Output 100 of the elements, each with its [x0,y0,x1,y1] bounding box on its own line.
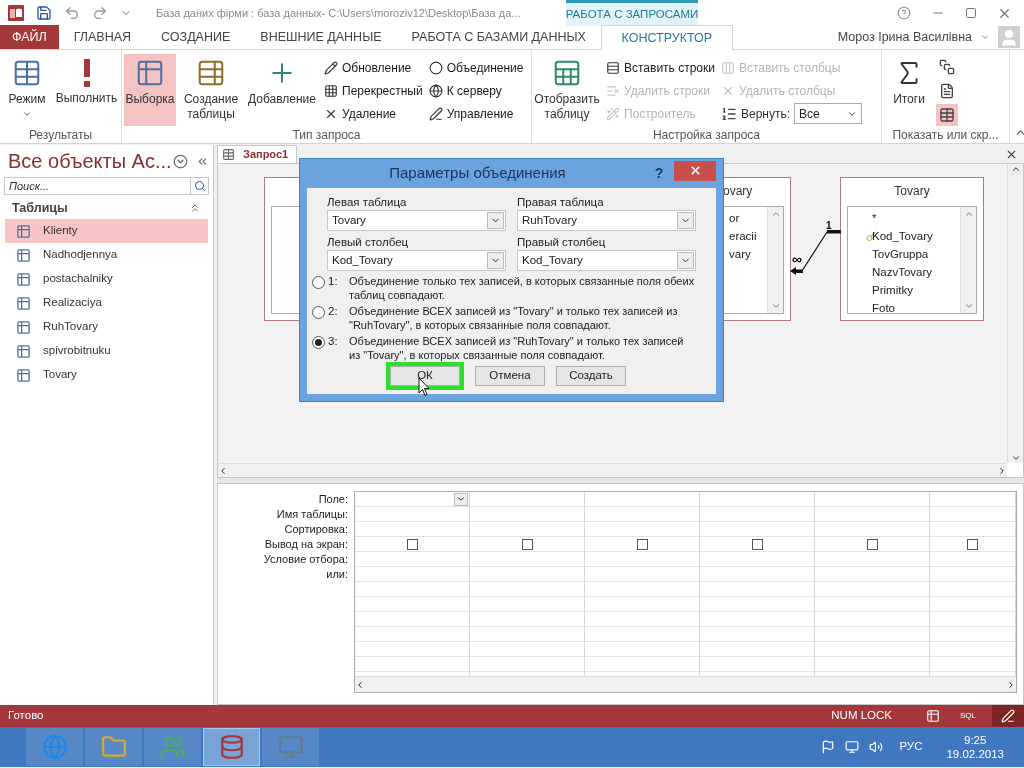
dropdown-field[interactable]: Kod_Tovary [517,250,696,271]
search-field[interactable]: Поиск... [4,177,191,195]
scroll-up-icon[interactable] [1010,164,1021,174]
grid-cell[interactable] [930,537,1015,552]
ribbon-button[interactable]: Создание таблицы [178,54,244,126]
nav-item[interactable]: Nadhodjennya [5,243,208,267]
redo-icon[interactable] [92,5,108,21]
ribbon-button[interactable]: Выборка [124,54,176,126]
nav-item[interactable]: postachalniky [5,267,208,291]
volume-icon[interactable] [869,740,884,754]
app-icon [277,734,304,760]
panel-icon [939,107,955,123]
scroll-down-icon[interactable] [1010,453,1021,463]
grid-cell[interactable] [700,537,814,552]
table-icon [16,367,31,383]
nav-item[interactable]: RuhTovary [5,315,208,339]
file-tab[interactable]: ФАЙЛ [0,25,59,49]
ribbon-button[interactable]: Перекрестный [324,79,423,102]
dialog-button[interactable]: ОК [390,366,460,386]
dropdown-field[interactable]: RuhTovary [517,210,696,231]
ribbon-button[interactable]: Выполнить [54,54,119,126]
ribbon-button[interactable]: Объединение [428,56,524,79]
horizontal-scrollbar[interactable] [218,463,1007,477]
ribbon-button[interactable]: Управление [428,102,524,125]
nav-item[interactable]: Tovary [5,363,208,387]
dropdown-field[interactable]: Kod_Tovary [327,250,506,271]
grid-cell[interactable] [355,537,469,552]
ribbon-tab[interactable]: СОЗДАНИЕ [146,25,246,49]
table-box[interactable]: Tovary * Kod_Tovary TovGruppa NazvTovary Primitky Foto [840,177,984,321]
close-button[interactable] [674,160,716,181]
pane-menu-icon[interactable] [173,153,188,169]
ribbon-button[interactable]: Обновление [324,56,423,79]
help-button[interactable]: ? [648,162,670,185]
network-icon[interactable] [845,740,860,754]
language-indicator[interactable]: РУС [899,738,923,756]
taskbar-app[interactable] [85,728,142,766]
close-document-icon[interactable] [1005,148,1018,161]
ribbon-tab[interactable]: РАБОТА С БАЗАМИ ДАННЫХ [396,25,601,49]
scroll-left-icon[interactable] [218,465,228,476]
show-checkbox[interactable] [967,538,978,550]
ribbon-button[interactable]: К серверу [428,79,524,102]
ribbon-icon [83,59,90,87]
dialog-title: Параметры объединения [388,163,567,184]
scroll-right-icon[interactable] [997,465,1007,476]
ribbon-button[interactable]: Отобразить таблицу [534,54,600,126]
clock-date[interactable]: 19.02.2013 [946,747,1004,761]
ribbon-tab[interactable]: ВНЕШНИЕ ДАННЫЕ [245,25,397,49]
return-dropdown[interactable]: Все [794,103,863,124]
taskbar-app[interactable] [203,728,260,766]
nav-item[interactable]: Realizaciya [5,291,208,315]
grid-cell[interactable] [585,537,699,552]
dropdown-field[interactable]: Tovary [327,210,506,231]
vertical-scrollbar[interactable] [1007,164,1023,463]
ribbon-tab[interactable]: ГЛАВНАЯ [58,25,147,49]
ribbon-button[interactable]: Итоги [884,54,934,126]
restore-icon[interactable] [965,7,977,19]
radio-button[interactable] [312,306,325,319]
option-text: Объединение ВСЕХ записей из "RuhTovary" и только тех записей из "Tovary", в которых связанные поля совпадают. [349,335,685,362]
ribbon-icon-button[interactable] [936,104,958,126]
save-icon[interactable] [36,5,52,21]
grid-cell[interactable] [355,492,469,507]
show-checkbox[interactable] [636,538,648,550]
search-icon [193,180,206,192]
nav-item[interactable]: spivrobitnuku [5,339,208,363]
help-icon[interactable] [897,6,911,20]
search-button[interactable] [191,177,209,195]
show-checkbox[interactable] [866,538,878,550]
dialog-button[interactable]: Отмена [475,366,545,386]
grid-cell[interactable] [815,537,929,552]
nav-item[interactable]: Klienty [5,219,208,243]
datasheet-view-icon[interactable] [926,709,940,723]
table-title: ovary [723,183,754,200]
design-view-icon[interactable] [1001,709,1015,723]
table-box[interactable]: ovary or eracii vary [723,177,791,321]
sql-view-button[interactable]: SQL [960,710,976,722]
radio-button[interactable] [312,336,325,349]
flag-icon[interactable] [821,740,836,754]
grid-cell[interactable] [470,537,584,552]
ribbon-button[interactable]: Режим [2,54,52,126]
ribbon-button[interactable]: Добавление [246,54,318,126]
scroll-right-icon[interactable] [1006,679,1016,690]
ribbon-button[interactable]: Вставить строки [606,56,715,79]
dialog-button[interactable]: Создать [556,366,626,386]
ribbon-button[interactable]: Удаление [324,102,423,125]
user-name[interactable]: Мороз Ірина Василівна [837,27,972,47]
section-header[interactable]: Таблицы [12,198,189,218]
radio-button[interactable] [312,276,325,289]
collapse-section-icon[interactable] [189,202,201,214]
show-checkbox[interactable] [406,538,418,550]
field-name: Kod_Tovary [872,229,933,244]
scroll-left-icon[interactable] [355,679,365,690]
ribbon-icon [428,83,443,98]
ribbon-icon [606,60,620,75]
undo-icon[interactable] [64,5,80,21]
show-checkbox[interactable] [751,538,763,550]
ribbon-tab[interactable]: КОНСТРУКТОР [600,25,733,50]
show-checkbox[interactable] [521,538,533,550]
clock-time[interactable]: 9:25 [964,733,987,747]
horizontal-scrollbar[interactable] [355,676,1016,692]
document-tab[interactable]: Запрос1 [217,145,297,163]
